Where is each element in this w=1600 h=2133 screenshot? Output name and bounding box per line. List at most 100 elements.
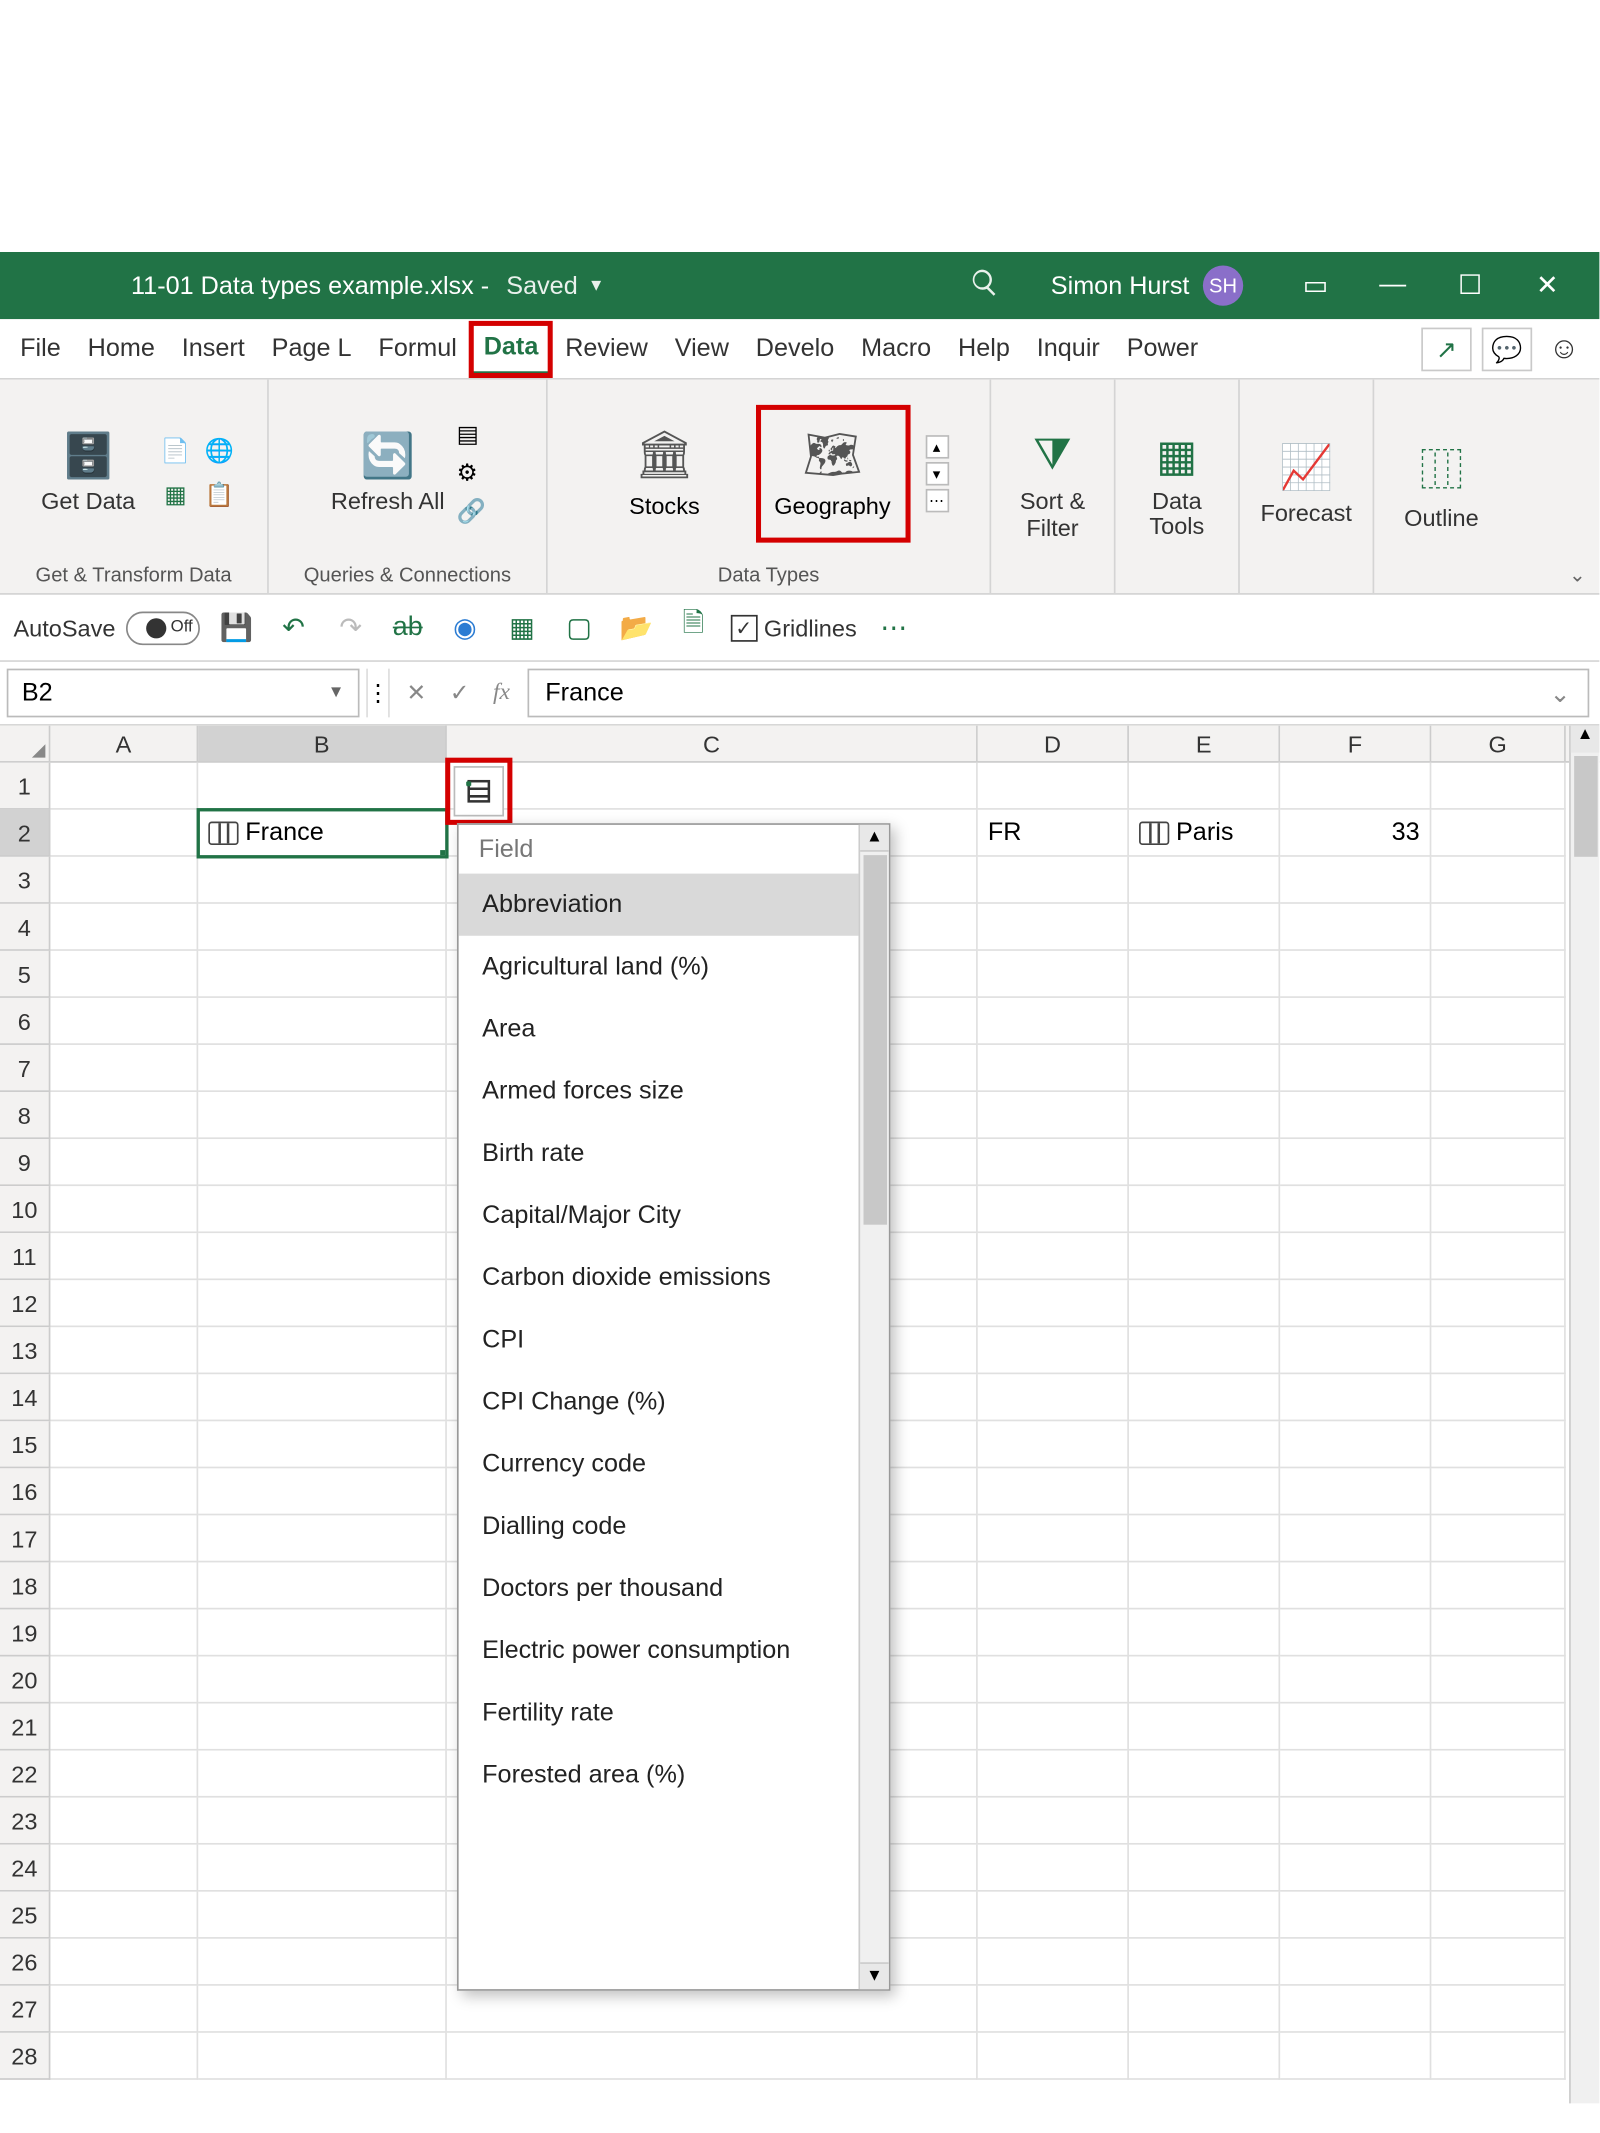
cell-A19[interactable]: [50, 1609, 198, 1656]
cell-A12[interactable]: [50, 1280, 198, 1327]
cell-E8[interactable]: [1129, 1092, 1280, 1139]
cell-A7[interactable]: [50, 1045, 198, 1092]
cell-E26[interactable]: [1129, 1939, 1280, 1986]
field-item-dialling-code[interactable]: Dialling code: [459, 1495, 859, 1557]
row-header-11[interactable]: 11: [0, 1233, 50, 1280]
comments-button[interactable]: 💬: [1482, 327, 1532, 371]
row-header-5[interactable]: 5: [0, 951, 50, 998]
cell-F4[interactable]: [1280, 904, 1431, 951]
cell-B22[interactable]: [198, 1751, 447, 1798]
tab-insert[interactable]: Insert: [168, 324, 258, 373]
cell-F8[interactable]: [1280, 1092, 1431, 1139]
column-header-A[interactable]: A: [50, 726, 198, 761]
select-all-corner[interactable]: [0, 726, 50, 761]
cell-B13[interactable]: [198, 1327, 447, 1374]
cell-G28[interactable]: [1431, 2033, 1565, 2080]
cell-D22[interactable]: [978, 1751, 1129, 1798]
cell-E18[interactable]: [1129, 1562, 1280, 1609]
cell-G13[interactable]: [1431, 1327, 1565, 1374]
sheet-scrollbar[interactable]: ▲: [1569, 726, 1599, 2104]
cell-D15[interactable]: [978, 1421, 1129, 1468]
save-status-dropdown-icon[interactable]: ▼: [588, 276, 605, 294]
qat-customize-icon[interactable]: ⋯: [874, 611, 914, 645]
properties-icon[interactable]: ⚙: [457, 459, 486, 488]
cell-D14[interactable]: [978, 1374, 1129, 1421]
cell-B20[interactable]: [198, 1656, 447, 1703]
cell-E7[interactable]: [1129, 1045, 1280, 1092]
field-item-forested-area[interactable]: Forested area (%): [459, 1744, 859, 1806]
cell-D8[interactable]: [978, 1092, 1129, 1139]
cell-B25[interactable]: [198, 1892, 447, 1939]
cell-F11[interactable]: [1280, 1233, 1431, 1280]
cell-D11[interactable]: [978, 1233, 1129, 1280]
row-header-8[interactable]: 8: [0, 1092, 50, 1139]
cell-G19[interactable]: [1431, 1609, 1565, 1656]
cell-F23[interactable]: [1280, 1798, 1431, 1845]
cell-G7[interactable]: [1431, 1045, 1565, 1092]
cell-B19[interactable]: [198, 1609, 447, 1656]
cell-F1[interactable]: [1280, 763, 1431, 810]
tab-review[interactable]: Review: [552, 324, 662, 373]
cell-G3[interactable]: [1431, 857, 1565, 904]
gridlines-toggle[interactable]: ✓Gridlines: [730, 614, 856, 641]
cell-G16[interactable]: [1431, 1468, 1565, 1515]
cell-G17[interactable]: [1431, 1515, 1565, 1562]
cell-E20[interactable]: [1129, 1656, 1280, 1703]
cell-A6[interactable]: [50, 998, 198, 1045]
cell-B3[interactable]: [198, 857, 447, 904]
formula-expand-icon[interactable]: ⌄: [1550, 678, 1571, 708]
cell-G10[interactable]: [1431, 1186, 1565, 1233]
tab-view[interactable]: View: [661, 324, 742, 373]
cell-A15[interactable]: [50, 1421, 198, 1468]
cell-F21[interactable]: [1280, 1704, 1431, 1751]
forecast-button[interactable]: 📈 Forecast: [1251, 409, 1362, 560]
cell-D20[interactable]: [978, 1656, 1129, 1703]
cell-G11[interactable]: [1431, 1233, 1565, 1280]
cell-B12[interactable]: [198, 1280, 447, 1327]
user-name[interactable]: Simon Hurst: [1051, 271, 1190, 300]
cell-A24[interactable]: [50, 1845, 198, 1892]
cell-D12[interactable]: [978, 1280, 1129, 1327]
cell-D9[interactable]: [978, 1139, 1129, 1186]
row-header-15[interactable]: 15: [0, 1421, 50, 1468]
cell-B10[interactable]: [198, 1186, 447, 1233]
cell-F19[interactable]: [1280, 1609, 1431, 1656]
new-icon[interactable]: 🗎: [673, 605, 713, 650]
row-header-24[interactable]: 24: [0, 1845, 50, 1892]
row-header-17[interactable]: 17: [0, 1515, 50, 1562]
geography-data-type[interactable]: 🗺 Geography: [757, 406, 908, 540]
cell-C28[interactable]: [447, 2033, 978, 2080]
tab-macros[interactable]: Macro: [848, 324, 945, 373]
user-avatar[interactable]: SH: [1203, 265, 1243, 305]
field-item-capital-major-city[interactable]: Capital/Major City: [459, 1184, 859, 1246]
cell-E19[interactable]: [1129, 1609, 1280, 1656]
cell-A2[interactable]: [50, 810, 198, 857]
field-scrollbar[interactable]: ▲ ▼: [858, 825, 888, 1989]
cell-D18[interactable]: [978, 1562, 1129, 1609]
cell-E4[interactable]: [1129, 904, 1280, 951]
row-header-19[interactable]: 19: [0, 1609, 50, 1656]
cell-D13[interactable]: [978, 1327, 1129, 1374]
share-button[interactable]: ↗: [1421, 327, 1471, 371]
cell-A23[interactable]: [50, 1798, 198, 1845]
cell-E2[interactable]: Paris: [1129, 810, 1280, 857]
tab-developer[interactable]: Develo: [742, 324, 847, 373]
cell-D24[interactable]: [978, 1845, 1129, 1892]
cell-D25[interactable]: [978, 1892, 1129, 1939]
tab-home[interactable]: Home: [74, 324, 168, 373]
cell-E24[interactable]: [1129, 1845, 1280, 1892]
row-header-23[interactable]: 23: [0, 1798, 50, 1845]
datatype-prev-icon[interactable]: ▴: [925, 434, 949, 458]
cell-F13[interactable]: [1280, 1327, 1431, 1374]
cell-F22[interactable]: [1280, 1751, 1431, 1798]
cell-A27[interactable]: [50, 1986, 198, 2033]
row-header-26[interactable]: 26: [0, 1939, 50, 1986]
row-header-6[interactable]: 6: [0, 998, 50, 1045]
cell-B21[interactable]: [198, 1704, 447, 1751]
cell-G20[interactable]: [1431, 1656, 1565, 1703]
column-header-F[interactable]: F: [1280, 726, 1431, 761]
cell-A11[interactable]: [50, 1233, 198, 1280]
cell-B2[interactable]: France: [198, 810, 447, 857]
row-header-21[interactable]: 21: [0, 1704, 50, 1751]
cell-G2[interactable]: [1431, 810, 1565, 857]
